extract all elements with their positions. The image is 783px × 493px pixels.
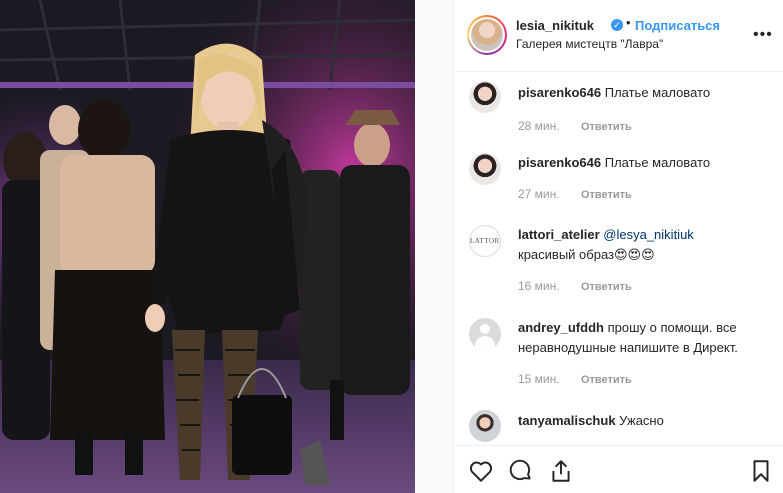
post-side-panel: lesia_nikituk ✓ • Подписаться Галерея ми… <box>453 0 783 493</box>
share-icon[interactable] <box>548 458 574 484</box>
comment-body: Платье маловато <box>604 155 711 170</box>
comment-body: Ужасно <box>619 413 664 428</box>
comment-meta: 28 мин. Ответить <box>518 119 632 133</box>
commenter-username[interactable]: andrey_ufddh <box>518 320 604 335</box>
post-actions-bar <box>454 445 783 493</box>
separator-dot: • <box>626 15 631 30</box>
reply-button[interactable]: Ответить <box>581 281 632 293</box>
verified-badge-icon: ✓ <box>611 19 623 31</box>
comment-text: tanyamalischuk Ужасно <box>518 411 768 431</box>
comment-text: lattori_atelier @lesya_nikitiuk красивый… <box>518 225 768 265</box>
commenter-avatar[interactable] <box>469 153 501 185</box>
comment-time[interactable]: 28 мин. <box>518 119 560 133</box>
post-location[interactable]: Галерея мистецтв "Лавра" <box>516 37 663 51</box>
post-photo-illustration <box>0 0 415 493</box>
bookmark-icon[interactable] <box>748 458 774 484</box>
more-options-icon[interactable]: ••• <box>753 26 773 44</box>
comment-meta: 15 мин. Ответить <box>518 372 632 386</box>
commenter-avatar[interactable] <box>469 318 501 350</box>
comment-time[interactable]: 15 мин. <box>518 372 560 386</box>
comment-text: pisarenko646 Платье маловато <box>518 83 768 103</box>
comment-time[interactable]: 16 мин. <box>518 279 560 293</box>
commenter-username[interactable]: pisarenko646 <box>518 85 601 100</box>
reply-button[interactable]: Ответить <box>581 121 632 133</box>
reply-button[interactable]: Ответить <box>581 374 632 386</box>
post-photo[interactable] <box>0 0 415 493</box>
comment-meta: 27 мин. Ответить <box>518 187 632 201</box>
commenter-avatar[interactable] <box>469 81 501 113</box>
comments-list[interactable]: pisarenko646 Платье маловато 28 мин. Отв… <box>454 73 783 445</box>
comment-mention[interactable]: @lesya_nikitiuk <box>603 227 694 242</box>
author-username[interactable]: lesia_nikituk <box>516 18 594 33</box>
comment-time[interactable]: 27 мин. <box>518 187 560 201</box>
follow-button[interactable]: Подписаться <box>635 18 720 33</box>
commenter-avatar[interactable]: LATTORI <box>469 225 501 257</box>
commenter-username[interactable]: tanyamalischuk <box>518 413 616 428</box>
lattori-logo: LATTORI <box>470 237 501 245</box>
comment-meta: 16 мин. Ответить <box>518 279 632 293</box>
heart-icon[interactable] <box>468 458 494 484</box>
comment-icon[interactable] <box>508 458 534 484</box>
reply-button[interactable]: Ответить <box>581 189 632 201</box>
commenter-username[interactable]: lattori_atelier <box>518 227 600 242</box>
commenter-avatar[interactable] <box>469 410 501 442</box>
comment-body: Платье маловато <box>604 85 711 100</box>
comment-text: pisarenko646 Платье маловато <box>518 153 768 173</box>
comment-text: andrey_ufddh прошу о помощи. все неравно… <box>518 318 768 358</box>
author-avatar[interactable] <box>467 15 507 55</box>
post-header: lesia_nikituk ✓ • Подписаться Галерея ми… <box>454 0 783 72</box>
commenter-username[interactable]: pisarenko646 <box>518 155 601 170</box>
comment-body: красивый образ😍😍😍 <box>518 247 655 262</box>
